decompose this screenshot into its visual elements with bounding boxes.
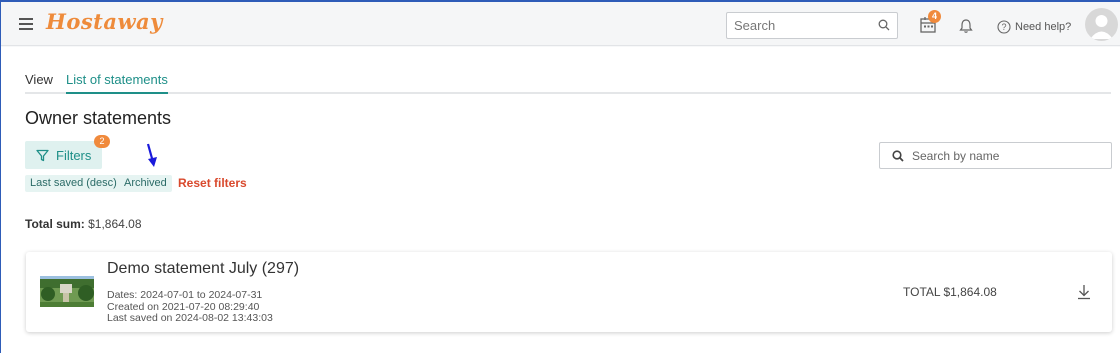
statement-meta: Dates: 2024-07-01 to 2024-07-31 Created …	[107, 289, 273, 325]
reset-filters-link[interactable]: Reset filters	[178, 175, 247, 192]
user-icon	[1090, 15, 1113, 39]
total-sum: Total sum: $1,864.08	[25, 217, 142, 231]
global-search[interactable]	[726, 12, 898, 39]
tab-list-of-statements[interactable]: List of statements	[66, 72, 168, 94]
global-search-input[interactable]	[727, 13, 867, 38]
filter-icon	[36, 149, 49, 161]
avatar[interactable]	[1085, 8, 1118, 41]
statement-dates: Dates: 2024-07-01 to 2024-07-31	[107, 289, 263, 301]
statement-title[interactable]: Demo statement July (297)	[107, 260, 299, 278]
tab-bar: View List of statements	[25, 72, 1111, 94]
download-icon[interactable]	[1077, 284, 1091, 300]
filters-count-badge: 2	[94, 135, 110, 148]
main-content: View List of statements Owner statements…	[1, 47, 1120, 353]
bell-icon[interactable]	[958, 18, 974, 34]
property-thumbnail	[40, 276, 94, 307]
help-label: Need help?	[1015, 21, 1072, 33]
tab-view[interactable]: View	[25, 72, 53, 94]
page-title: Owner statements	[25, 108, 172, 128]
statement-card[interactable]: Demo statement July (297) Dates: 2024-07…	[26, 252, 1112, 332]
question-icon: ?	[997, 20, 1011, 34]
hostaway-logo[interactable]: Hostaway	[46, 9, 163, 34]
top-header: Hostaway 4 ? Need help?	[1, 2, 1120, 46]
filters-button[interactable]: Filters	[25, 141, 102, 169]
total-sum-value: $1,864.08	[88, 217, 142, 231]
help-button[interactable]: ? Need help?	[997, 18, 1071, 36]
menu-icon[interactable]	[19, 18, 33, 30]
calendar-badge: 4	[928, 10, 941, 23]
filter-chip-archived[interactable]: Archived	[119, 175, 172, 192]
svg-text:?: ?	[1001, 22, 1006, 32]
total-sum-label: Total sum:	[25, 217, 85, 231]
name-search[interactable]	[879, 142, 1112, 169]
statement-total: TOTAL $1,864.08	[903, 285, 997, 299]
arrow-annotation-icon	[146, 143, 157, 167]
name-search-input[interactable]	[912, 143, 1107, 168]
statement-last-saved: Last saved on 2024-08-02 13:43:03	[107, 312, 273, 324]
filters-label: Filters	[56, 147, 92, 163]
search-icon	[892, 150, 904, 162]
search-icon[interactable]	[878, 19, 890, 31]
filter-chip-sort[interactable]: Last saved (desc)	[25, 175, 122, 192]
